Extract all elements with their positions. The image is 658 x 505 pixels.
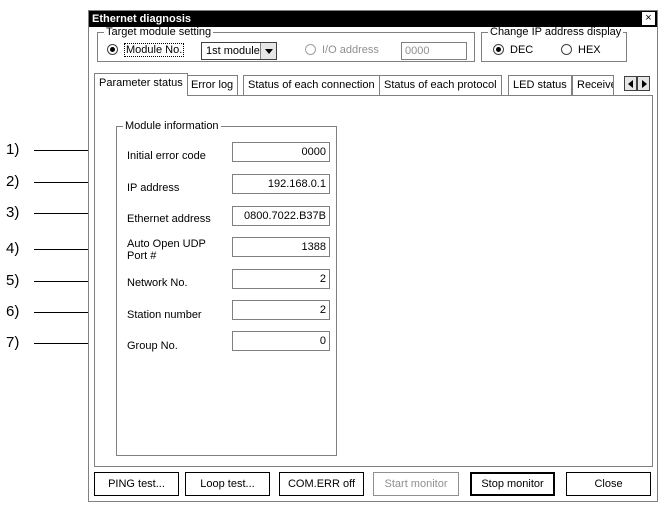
tab-bar: Parameter status Error log Status of eac… (94, 73, 652, 96)
ethernet-diagnosis-window: Ethernet diagnosis × Target module setti… (88, 10, 658, 502)
io-address-radio[interactable]: I/O address (305, 44, 379, 56)
target-module-legend: Target module setting (106, 26, 212, 38)
network-no-value: 2 (232, 269, 330, 289)
radio-unselected-icon (561, 44, 572, 55)
close-button[interactable]: Close (566, 472, 651, 496)
loop-test-button[interactable]: Loop test... (185, 472, 270, 496)
radio-selected-icon (107, 44, 118, 55)
auto-open-udp-port-value: 1388 (232, 237, 330, 257)
hex-radio[interactable]: HEX (561, 44, 601, 56)
network-no-label: Network No. (127, 277, 188, 289)
callout-number: 6) (6, 303, 20, 320)
tab-led-status[interactable]: LED status (508, 75, 572, 95)
close-icon[interactable]: × (642, 12, 655, 25)
tab-parameter-status[interactable]: Parameter status (94, 73, 188, 96)
parameter-status-panel: Module information Initial error code 00… (94, 95, 653, 467)
ip-address-value: 192.168.0.1 (232, 174, 330, 194)
callout-number: 7) (6, 334, 20, 351)
start-monitor-button[interactable]: Start monitor (373, 472, 459, 496)
scroll-right-icon[interactable] (637, 76, 650, 91)
initial-error-code-label: Initial error code (127, 150, 206, 162)
window-title: Ethernet diagnosis (92, 13, 192, 25)
callout-number: 2) (6, 173, 20, 190)
ping-test-button[interactable]: PING test... (94, 472, 179, 496)
ip-address-label: IP address (127, 182, 180, 194)
group-no-label: Group No. (127, 340, 178, 352)
station-number-value: 2 (232, 300, 330, 320)
callout-number: 3) (6, 204, 20, 221)
io-address-input[interactable]: 0000 (401, 42, 467, 60)
module-information-legend: Module information (125, 120, 219, 132)
station-number-label: Station number (127, 309, 202, 321)
callout-number: 4) (6, 240, 20, 257)
stop-monitor-button[interactable]: Stop monitor (470, 472, 555, 496)
scroll-left-icon[interactable] (624, 76, 637, 91)
tab-receive[interactable]: Receive (572, 75, 614, 95)
title-bar: Ethernet diagnosis × (89, 11, 657, 27)
callout-number: 5) (6, 272, 20, 289)
callout-number: 1) (6, 141, 20, 158)
hex-label: HEX (578, 44, 601, 56)
tab-error-log[interactable]: Error log (186, 75, 239, 95)
module-no-label: Module No. (124, 43, 185, 57)
radio-selected-icon (493, 44, 504, 55)
com-err-off-button[interactable]: COM.ERR off (279, 472, 364, 496)
module-select[interactable]: 1st module (201, 42, 277, 60)
tab-status-of-each-connection[interactable]: Status of each connection (243, 75, 380, 95)
module-select-value: 1st module (206, 45, 260, 57)
io-address-label: I/O address (322, 44, 379, 56)
tab-status-of-each-protocol[interactable]: Status of each protocol (379, 75, 502, 95)
dec-radio[interactable]: DEC (493, 44, 533, 56)
ethernet-address-value: 0800.7022.B37B (232, 206, 330, 226)
tab-scroll-buttons (624, 76, 652, 92)
ethernet-address-label: Ethernet address (127, 213, 211, 225)
auto-open-udp-port-label: Auto Open UDP Port # (127, 238, 206, 262)
initial-error-code-value: 0000 (232, 142, 330, 162)
dec-label: DEC (510, 44, 534, 56)
group-no-value: 0 (232, 331, 330, 351)
ip-display-legend: Change IP address display (490, 26, 622, 38)
module-no-radio[interactable]: Module No. (107, 43, 185, 57)
radio-unselected-icon (305, 44, 316, 55)
chevron-down-icon[interactable] (260, 43, 276, 59)
